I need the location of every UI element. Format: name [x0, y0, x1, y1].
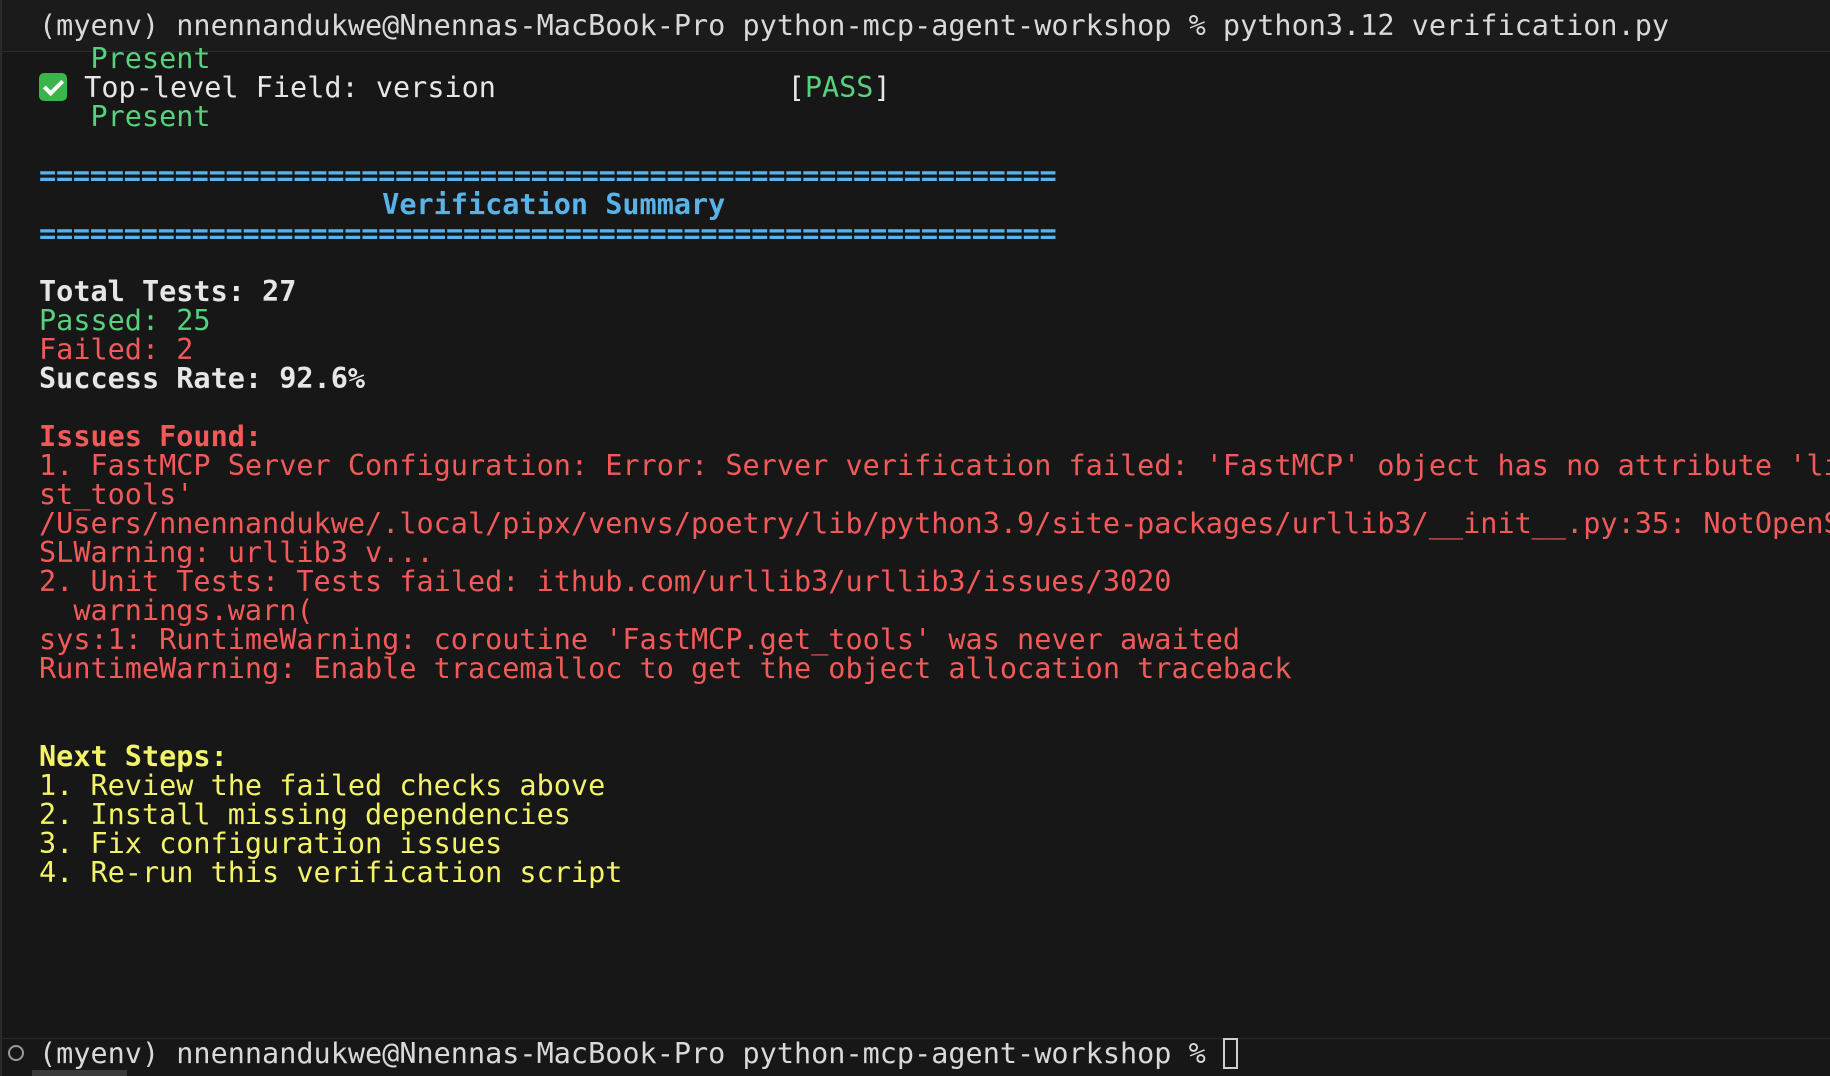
- issue-line: 1. FastMCP Server Configuration: Error: …: [39, 449, 1830, 482]
- pass-status-badge: PASS: [804, 71, 874, 104]
- status-bracket-close: ]: [873, 71, 891, 104]
- check-mark-icon: [39, 73, 67, 101]
- command-prompt-line: (myenv) nnennandukwe@Nnennas-MacBook-Pro…: [39, 9, 1670, 42]
- circle-status-icon: [8, 1045, 24, 1061]
- active-prompt-line[interactable]: (myenv) nnennandukwe@Nnennas-MacBook-Pro…: [39, 1037, 1238, 1071]
- next-step-item: 4. Re-run this verification script: [39, 856, 623, 889]
- scroll-indicator: [32, 1070, 127, 1076]
- status-bracket-open: [: [787, 71, 805, 104]
- summary-separator-bottom: ========================================…: [39, 217, 1057, 250]
- active-prompt-text: (myenv) nnennandukwe@Nnennas-MacBook-Pro…: [39, 1037, 1223, 1070]
- success-rate: Success Rate: 92.6%: [39, 362, 366, 395]
- terminal-window[interactable]: (myenv) nnennandukwe@Nnennas-MacBook-Pro…: [0, 0, 1830, 1076]
- terminal-cursor[interactable]: [1222, 1038, 1238, 1069]
- present-text: Present: [39, 100, 211, 133]
- issue-line: RuntimeWarning: Enable tracemalloc to ge…: [39, 652, 1292, 685]
